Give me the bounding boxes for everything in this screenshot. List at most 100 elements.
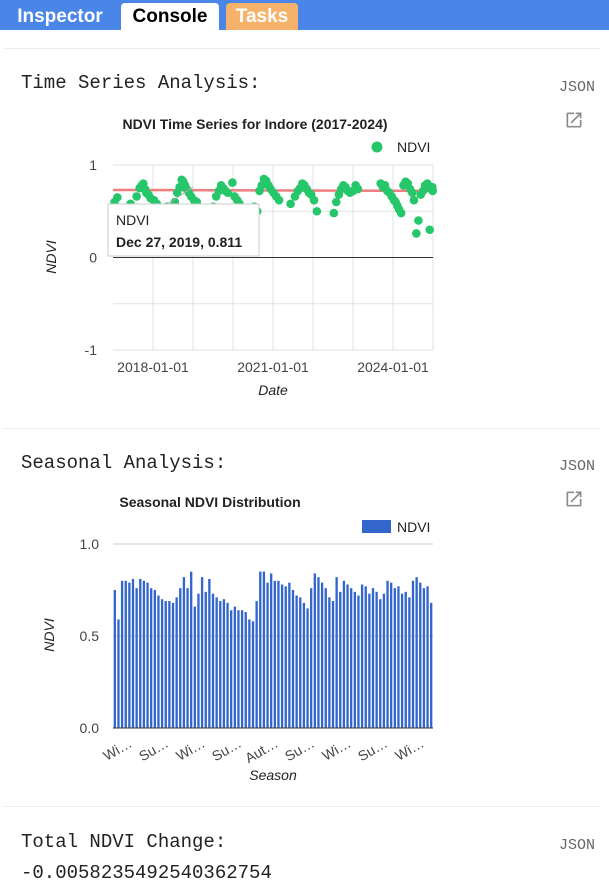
bar[interactable]: [120, 580, 124, 728]
data-point[interactable]: [286, 199, 295, 209]
bar[interactable]: [415, 577, 418, 728]
bar[interactable]: [233, 606, 236, 728]
data-point[interactable]: [329, 208, 339, 218]
bar[interactable]: [139, 578, 142, 728]
data-point[interactable]: [353, 184, 363, 194]
data-point[interactable]: [309, 195, 319, 205]
bar[interactable]: [291, 590, 295, 728]
data-point[interactable]: [132, 192, 141, 201]
bar[interactable]: [280, 584, 284, 728]
bar[interactable]: [353, 591, 356, 728]
bar[interactable]: [153, 590, 156, 728]
bar[interactable]: [128, 582, 131, 728]
bar[interactable]: [324, 588, 327, 728]
bar[interactable]: [375, 591, 378, 728]
bar[interactable]: [284, 586, 287, 728]
bar[interactable]: [142, 580, 146, 728]
data-point[interactable]: [331, 197, 341, 207]
bar[interactable]: [262, 571, 266, 728]
bar[interactable]: [259, 571, 262, 728]
bar[interactable]: [255, 601, 258, 728]
bar[interactable]: [240, 610, 244, 728]
bar[interactable]: [117, 619, 120, 728]
bar[interactable]: [190, 571, 193, 728]
data-point[interactable]: [407, 188, 417, 198]
bar[interactable]: [131, 578, 135, 728]
bar[interactable]: [426, 586, 429, 728]
bar[interactable]: [350, 588, 353, 728]
bar[interactable]: [200, 577, 204, 728]
bar[interactable]: [186, 588, 189, 728]
bar[interactable]: [248, 619, 251, 728]
bar[interactable]: [270, 573, 273, 728]
bar[interactable]: [411, 580, 415, 728]
bar[interactable]: [386, 580, 389, 728]
data-point[interactable]: [414, 216, 423, 225]
bar[interactable]: [346, 584, 349, 728]
bar[interactable]: [124, 580, 127, 728]
tab-inspector[interactable]: Inspector: [6, 3, 114, 30]
bar[interactable]: [273, 580, 276, 728]
bar[interactable]: [288, 582, 291, 728]
bar[interactable]: [368, 593, 371, 728]
bar[interactable]: [306, 608, 309, 728]
bar[interactable]: [146, 582, 149, 728]
tab-tasks[interactable]: Tasks: [226, 3, 298, 30]
bar[interactable]: [150, 588, 153, 728]
data-point[interactable]: [312, 206, 322, 216]
bar[interactable]: [299, 597, 302, 728]
bar[interactable]: [357, 595, 360, 728]
bar[interactable]: [331, 601, 335, 728]
bar[interactable]: [179, 588, 182, 728]
bar[interactable]: [193, 606, 196, 728]
data-point[interactable]: [228, 178, 237, 187]
bar[interactable]: [266, 582, 269, 728]
bar[interactable]: [164, 601, 167, 728]
bar[interactable]: [328, 597, 331, 728]
time-series-json-link[interactable]: JSON: [559, 79, 595, 96]
data-point[interactable]: [274, 195, 284, 205]
data-point[interactable]: [428, 186, 437, 196]
seasonal-json-link[interactable]: JSON: [559, 458, 595, 475]
bar[interactable]: [251, 621, 255, 728]
data-point[interactable]: [409, 195, 419, 205]
bar[interactable]: [113, 590, 116, 728]
data-point[interactable]: [412, 229, 421, 238]
data-point[interactable]: [396, 208, 406, 218]
bar[interactable]: [295, 595, 298, 728]
bar[interactable]: [226, 602, 229, 728]
data-point[interactable]: [425, 225, 435, 235]
bar[interactable]: [135, 588, 138, 728]
bar[interactable]: [335, 577, 338, 728]
bar[interactable]: [390, 582, 393, 728]
data-point[interactable]: [113, 193, 122, 202]
total-change-json-link[interactable]: JSON: [559, 837, 595, 854]
bar[interactable]: [197, 593, 200, 728]
bar[interactable]: [371, 588, 375, 728]
bar[interactable]: [219, 601, 222, 728]
bar[interactable]: [230, 610, 233, 728]
bar[interactable]: [160, 599, 164, 728]
bars[interactable]: [113, 571, 433, 728]
bar[interactable]: [397, 586, 400, 728]
bar[interactable]: [317, 577, 320, 728]
bar[interactable]: [222, 599, 226, 728]
bar[interactable]: [237, 610, 240, 728]
bar[interactable]: [339, 591, 342, 728]
bar[interactable]: [320, 582, 324, 728]
tab-console[interactable]: Console: [121, 3, 219, 30]
bar[interactable]: [310, 588, 313, 728]
bar[interactable]: [364, 586, 367, 728]
bar[interactable]: [204, 591, 207, 728]
bar[interactable]: [382, 593, 386, 728]
bar[interactable]: [400, 593, 404, 728]
bar[interactable]: [215, 597, 218, 728]
bar[interactable]: [313, 573, 316, 728]
bar[interactable]: [208, 578, 211, 728]
bar[interactable]: [171, 602, 175, 728]
bar[interactable]: [379, 599, 382, 728]
bar[interactable]: [360, 584, 364, 728]
bar[interactable]: [419, 582, 422, 728]
bar[interactable]: [408, 597, 411, 728]
bar[interactable]: [422, 588, 426, 728]
